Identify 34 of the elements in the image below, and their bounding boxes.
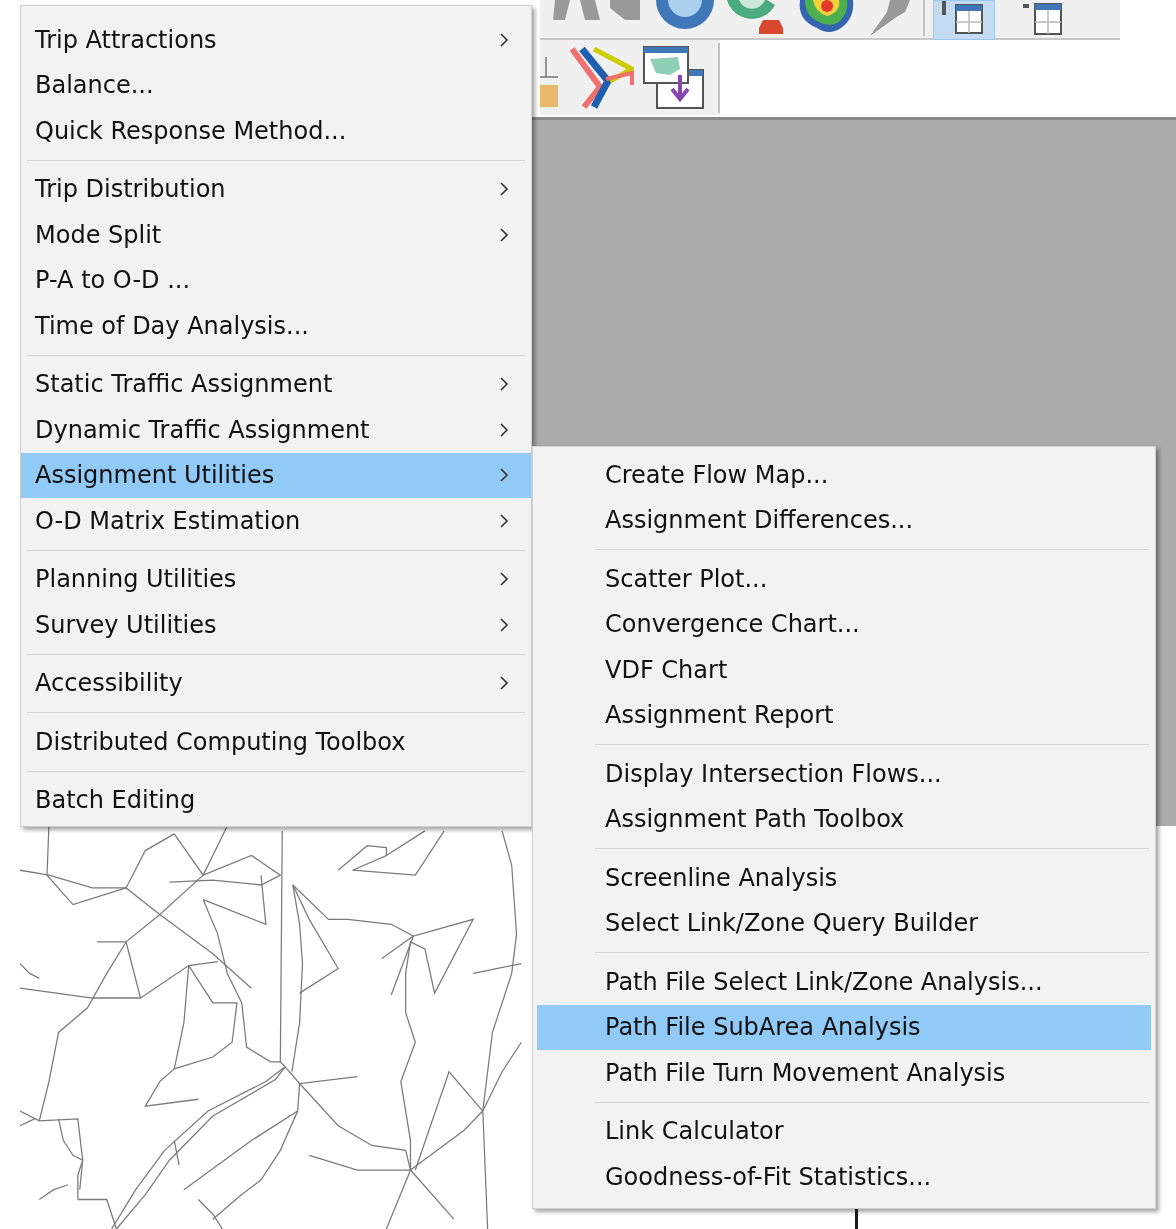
menu-item[interactable]: Path File Select Link/Zone Analysis...	[537, 959, 1151, 1005]
menu-item[interactable]: Screenline Analysis	[537, 855, 1151, 901]
flow-lines-icon[interactable]	[570, 46, 634, 109]
menu-item[interactable]: Planning Utilities	[21, 556, 531, 602]
menu-item[interactable]: Assignment Utilities	[21, 452, 531, 498]
menu-item[interactable]: Assignment Report	[537, 692, 1151, 738]
menu-item[interactable]: Batch Editing	[21, 777, 531, 823]
menu-item[interactable]: Distributed Computing Toolbox	[21, 719, 531, 765]
menu-item[interactable]: Mode Split	[21, 212, 531, 258]
menu-item[interactable]: Accessibility	[21, 660, 531, 706]
menu-item[interactable]: Path File SubArea Analysis	[537, 1004, 1151, 1050]
menu-item[interactable]: P-A to O-D ...	[21, 257, 531, 303]
menu-item[interactable]: Trip Attractions	[21, 17, 531, 63]
menu-item[interactable]: Convergence Chart...	[537, 601, 1151, 647]
menu-item[interactable]: Goodness-of-Fit Statistics...	[537, 1154, 1151, 1200]
menu-item[interactable]: Static Traffic Assignment	[21, 361, 531, 407]
menu-item[interactable]: Trip Distribution	[21, 166, 531, 212]
menu-item[interactable]: Select Link/Zone Query Builder	[537, 900, 1151, 946]
menu-item[interactable]: Create Flow Map...	[537, 452, 1151, 498]
menu-item[interactable]: Display Intersection Flows...	[537, 751, 1151, 797]
map-export-icon[interactable]	[642, 44, 706, 111]
menu-item[interactable]: Assignment Path Toolbox	[537, 796, 1151, 842]
menu-item[interactable]: Balance...	[21, 62, 531, 108]
menu-item[interactable]: Link Calculator	[537, 1108, 1151, 1154]
menu-item[interactable]: Assignment Differences...	[537, 497, 1151, 543]
menu-item[interactable]: Quick Response Method...	[21, 108, 531, 154]
menu-item[interactable]: Survey Utilities	[21, 602, 531, 648]
menu-item[interactable]: Path File Turn Movement Analysis	[537, 1050, 1151, 1096]
menu-item[interactable]: O-D Matrix Estimation	[21, 498, 531, 544]
menu-item[interactable]: Dynamic Traffic Assignment	[21, 407, 531, 453]
menu-item[interactable]: Scatter Plot...	[537, 556, 1151, 602]
menu-item[interactable]: Time of Day Analysis...	[21, 303, 531, 349]
window-grid-button[interactable]	[933, 0, 995, 40]
menu-item[interactable]: VDF Chart	[537, 647, 1151, 693]
